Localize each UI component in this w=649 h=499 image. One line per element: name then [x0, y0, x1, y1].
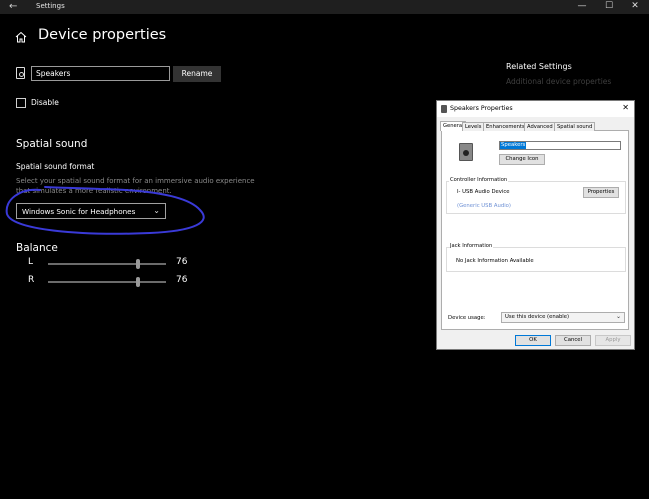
close-button[interactable]: ✕: [626, 1, 644, 11]
chevron-down-icon: ⌄: [153, 206, 160, 215]
tab-advanced[interactable]: Advanced: [524, 122, 556, 131]
speaker-icon: [16, 67, 25, 79]
dialog-title-bar: Speakers Properties ✕: [437, 101, 634, 117]
spatial-format-value: Windows Sonic for Headphones: [22, 207, 136, 216]
controller-properties-button[interactable]: Properties: [583, 187, 619, 198]
balance-left-thumb[interactable]: [135, 259, 140, 269]
minimize-button[interactable]: —: [573, 1, 591, 11]
jack-information-text: No Jack Information Available: [456, 258, 534, 264]
device-usage-value: Use this device (enable): [505, 314, 570, 320]
change-icon-button[interactable]: Change Icon: [499, 154, 545, 165]
cancel-button[interactable]: Cancel: [555, 335, 591, 346]
additional-device-properties-link[interactable]: Additional device properties: [506, 77, 611, 86]
spatial-sound-heading: Spatial sound: [16, 138, 88, 150]
tab-levels[interactable]: Levels: [462, 122, 485, 131]
dialog-close-icon[interactable]: ✕: [622, 103, 629, 112]
device-name-input[interactable]: [31, 66, 170, 81]
balance-heading: Balance: [16, 242, 58, 254]
balance-right-slider[interactable]: [48, 281, 166, 283]
speaker-device-icon: [459, 143, 473, 161]
tab-spatial-sound[interactable]: Spatial sound: [554, 122, 596, 131]
balance-right-value: 76: [176, 275, 188, 285]
spatial-format-description: Select your spatial sound format for an …: [16, 177, 255, 195]
balance-left-slider[interactable]: [48, 263, 166, 265]
dialog-title: Speakers Properties: [450, 105, 513, 112]
device-usage-label: Device usage:: [448, 315, 486, 321]
spatial-format-dropdown[interactable]: Windows Sonic for Headphones ⌄: [16, 203, 166, 219]
dialog-device-name-text: Speakers: [500, 142, 527, 149]
balance-right-label: R: [28, 275, 35, 285]
rename-button[interactable]: Rename: [173, 66, 221, 82]
spatial-format-label: Spatial sound format: [16, 162, 95, 171]
back-arrow-icon[interactable]: ←: [9, 1, 17, 12]
disable-checkbox[interactable]: [16, 98, 26, 108]
balance-left-label: L: [28, 257, 34, 267]
ok-button[interactable]: OK: [515, 335, 551, 346]
controller-name: I- USB Audio Device: [457, 189, 510, 195]
speakers-properties-dialog: Speakers Properties ✕ General Levels Enh…: [436, 100, 635, 350]
balance-left-value: 76: [176, 257, 188, 267]
chevron-down-icon: ⌄: [615, 313, 621, 320]
apply-button[interactable]: Apply: [595, 335, 631, 346]
title-bar: ← Settings — ☐ ✕: [0, 0, 649, 14]
maximize-button[interactable]: ☐: [600, 1, 618, 11]
device-usage-dropdown[interactable]: Use this device (enable) ⌄: [501, 312, 625, 323]
tab-enhancements[interactable]: Enhancements: [483, 122, 528, 131]
page-title: Device properties: [38, 27, 167, 43]
controller-subtitle: (Generic USB Audio): [457, 203, 511, 209]
related-settings-heading: Related Settings: [506, 62, 572, 71]
controller-information-label: Controller Information: [449, 177, 509, 183]
disable-label: Disable: [31, 98, 59, 107]
window-title: Settings: [36, 2, 65, 10]
balance-right-thumb[interactable]: [135, 277, 140, 287]
home-icon[interactable]: [15, 31, 27, 43]
jack-information-label: Jack Information: [449, 243, 494, 249]
dialog-device-name-input[interactable]: Speakers: [499, 141, 621, 150]
speaker-small-icon: [441, 105, 447, 113]
